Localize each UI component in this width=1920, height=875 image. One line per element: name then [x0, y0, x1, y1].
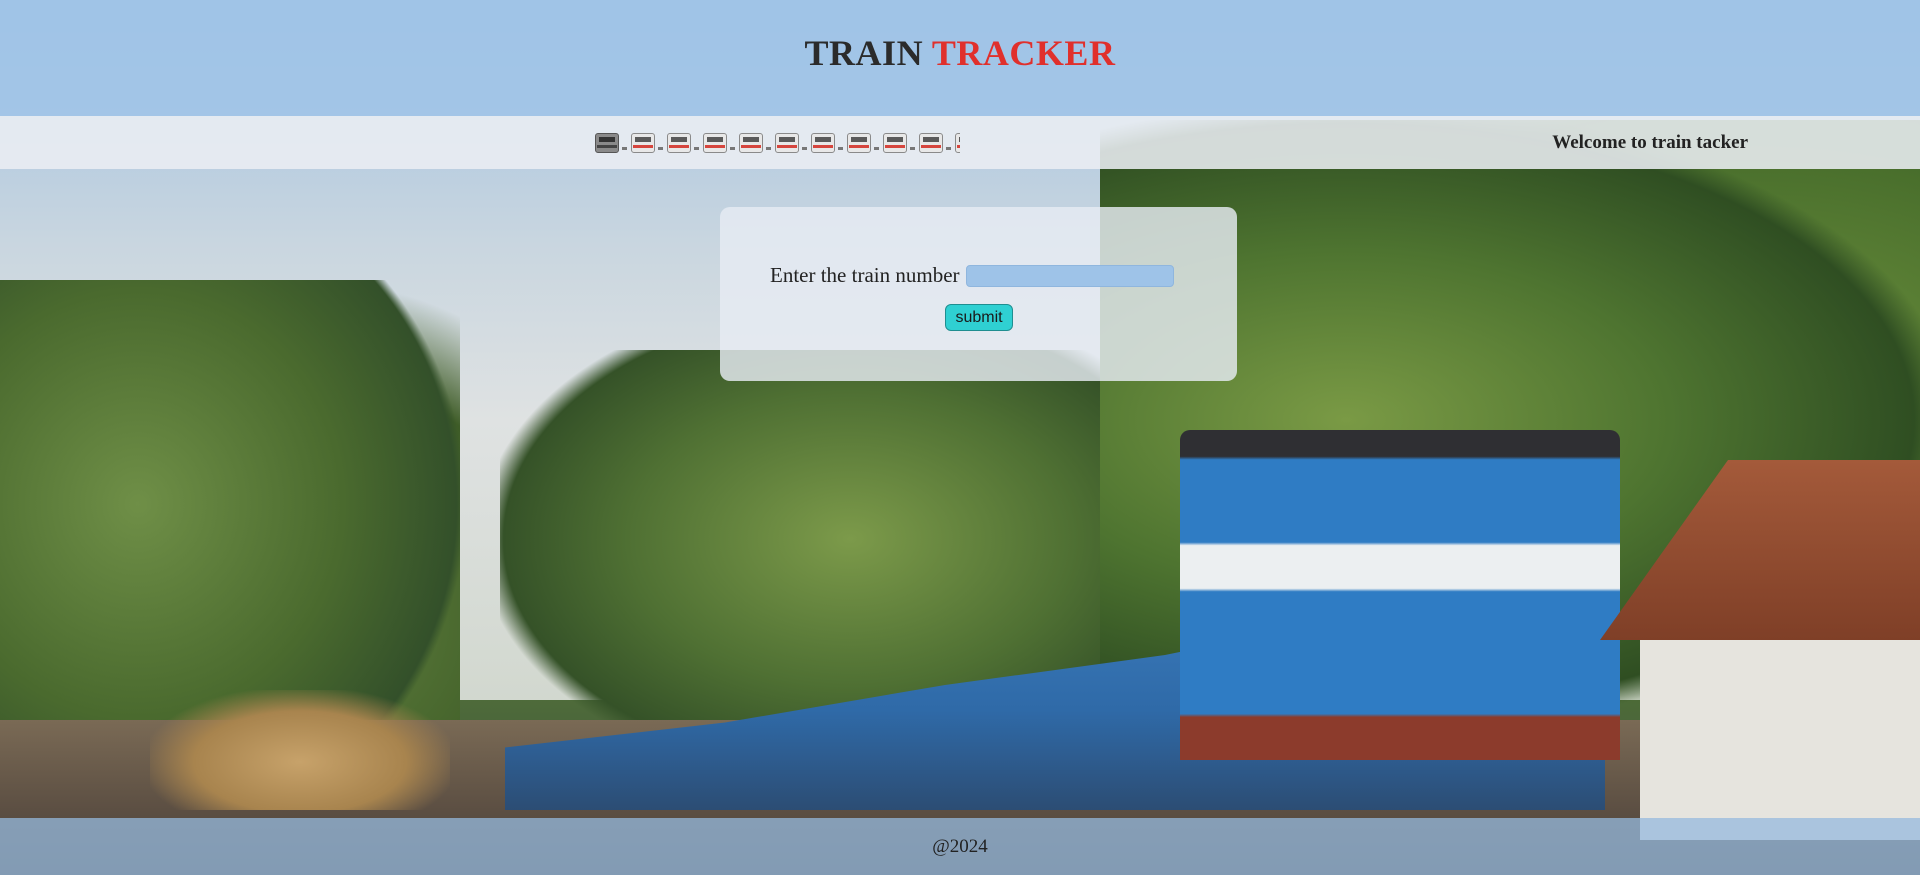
train-coach-icon [703, 132, 735, 153]
train-engine-icon [595, 132, 627, 153]
train-coach-icon [667, 132, 699, 153]
train-marquee [595, 116, 960, 169]
train-strip [595, 132, 960, 153]
train-number-input[interactable] [965, 264, 1174, 287]
train-coach-icon [883, 132, 915, 153]
train-coach-icon [631, 132, 663, 153]
nav-bar: Welcome to train tacker [0, 116, 1920, 169]
background-dry-grass [150, 690, 450, 810]
footer-copyright: @2024 [932, 835, 988, 857]
train-coach-icon [739, 132, 771, 153]
train-coach-icon [847, 132, 879, 153]
train-coach-icon [955, 132, 960, 153]
background-house-wall [1640, 640, 1920, 840]
background-locomotive [1180, 430, 1620, 760]
train-number-label: Enter the train number [770, 263, 960, 287]
page-footer: @2024 [0, 818, 1920, 875]
title-word-tracker: TRACKER [931, 33, 1116, 73]
page-title: TRAIN TRACKER [805, 32, 1116, 74]
train-number-row: Enter the train number [770, 263, 1174, 288]
welcome-message: Welcome to train tacker [1552, 131, 1748, 153]
title-word-train: TRAIN [804, 33, 924, 73]
page-header: TRAIN TRACKER [0, 0, 1920, 116]
submit-button[interactable]: submit [945, 304, 1013, 331]
train-coach-icon [775, 132, 807, 153]
train-coach-icon [811, 132, 843, 153]
train-coach-icon [919, 132, 951, 153]
train-search-form: Enter the train number submit [720, 207, 1237, 381]
